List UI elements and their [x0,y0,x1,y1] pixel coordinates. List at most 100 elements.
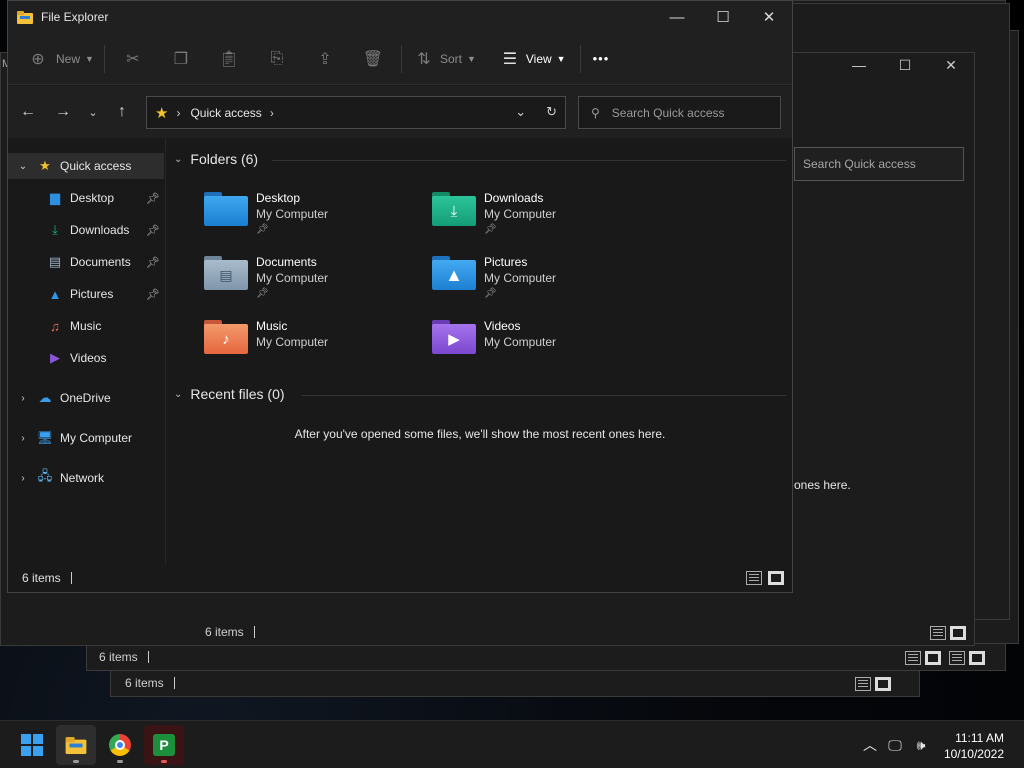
copy-button[interactable]: ❐ [169,44,193,74]
view-button[interactable]: ☰ View ▼ [498,44,566,74]
sidebar-item-music[interactable]: ♫ Music [8,313,164,339]
file-explorer-window: File Explorer — ☐ ✕ ⊕ New ▼ ✂ ❐ 📋︎ ⎘ ⇪ 🗑… [7,0,793,593]
chevron-down-icon: ▼ [466,53,476,64]
sidebar-item-documents[interactable]: ▤ Documents 📌︎ [8,249,164,275]
sidebar-item-network[interactable]: › 🖧︎ Network [8,465,164,491]
network-status-icon[interactable]: 🖵︎ [882,737,908,754]
forward-button[interactable]: → [47,103,79,121]
green-app-icon: P [153,734,175,756]
pin-icon: 📌︎ [146,256,160,269]
clock-time: 11:11 AM [955,731,1004,745]
taskbar-green-app[interactable]: P [144,725,184,765]
sidebar-item-quick-access[interactable]: ⌄ ★ Quick access [8,153,164,179]
new-button[interactable]: ⊕ New ▼ [26,44,94,74]
search-input[interactable] [611,105,762,120]
recent-locations-button[interactable]: ⌄ [77,106,109,119]
title-bar[interactable]: File Explorer — ☐ ✕ [8,1,792,33]
tiles-view-icon [925,651,941,665]
sidebar-item-videos[interactable]: ▶ Videos [8,345,164,371]
pin-icon: 📌︎ [484,288,497,299]
chevron-right-icon: › [176,105,181,120]
navigation-bar: ← → ⌄ ↑ ★ › Quick access › ⌄ ↻ ⚲ [8,86,792,138]
pin-icon: 📌︎ [146,288,160,301]
chrome-icon [109,734,131,756]
cut-button[interactable]: ✂ [121,44,145,74]
back-button[interactable]: ← [12,103,44,121]
pin-icon: 📌︎ [146,224,160,237]
window-controls: — ☐ ✕ [654,1,792,33]
folder-tile-music[interactable]: ♪ Music My Computer [204,318,424,374]
details-view-icon [930,626,946,640]
clock[interactable]: 11:11 AM 10/10/2022 [944,730,1004,762]
trash-icon: 🗑︎ [362,50,384,68]
desktop-folder-icon [204,192,248,228]
videos-folder-icon: ▶ [432,320,476,356]
sidebar-item-pictures[interactable]: ▲ Pictures 📌︎ [8,281,164,307]
volume-icon[interactable]: 🕪︎ [908,737,934,754]
content-pane: ⌄ Folders (6) Desktop My Computer 📌︎ ⤓ D… [168,138,792,564]
minimize-button[interactable]: — [654,1,700,33]
sidebar-item-downloads[interactable]: ⤓ Downloads 📌︎ [8,217,164,243]
pin-icon: 📌︎ [146,192,160,205]
downloads-folder-icon: ⤓ [432,192,476,228]
start-button[interactable] [12,725,52,765]
file-explorer-icon [17,10,33,24]
details-view-button[interactable] [746,571,762,585]
pin-icon: 📌︎ [256,224,269,235]
sort-button[interactable]: ⇅ Sort ▼ [412,44,476,74]
star-icon: ★ [39,158,51,173]
folder-tile-pictures[interactable]: ▲ Pictures My Computer 📌︎ [432,254,652,310]
more-options-button[interactable]: ••• [593,44,610,74]
rename-button[interactable]: ⎘ [265,44,289,74]
maximize-button[interactable]: ☐ [700,1,746,33]
pictures-icon: ▲ [48,286,62,302]
folder-tile-downloads[interactable]: ⤓ Downloads My Computer 📌︎ [432,190,652,246]
paste-button[interactable]: 📋︎ [217,44,241,74]
chevron-down-icon[interactable]: ⌄ [16,161,30,172]
documents-folder-icon: ▤ [204,256,248,292]
navigation-pane: ⌄ ★ Quick access ▆ Desktop 📌︎ ⤓ Download… [8,138,166,564]
music-folder-icon: ♪ [204,320,248,356]
details-view-icon [855,677,871,691]
clipboard-icon: 📋︎ [218,50,240,68]
ghost-status-count: 6 items [125,676,164,690]
share-button[interactable]: ⇪ [313,44,337,74]
refresh-button[interactable]: ↻ [546,104,557,120]
taskbar: P ︿ 🖵︎ 🕪︎ 11:11 AM 10/10/2022 [0,720,1024,768]
address-history-dropdown[interactable]: ⌄ [515,104,526,120]
tiles-view-button[interactable] [768,571,784,585]
chevron-down-icon: ⌄ [174,153,183,165]
folder-tile-documents[interactable]: ▤ Documents My Computer 📌︎ [204,254,424,310]
breadcrumb-quick-access[interactable]: Quick access [190,106,261,120]
show-hidden-icons-button[interactable]: ︿ [858,735,882,755]
ghost-status-count: 6 items [99,650,138,664]
copy-icon: ❐ [173,50,189,68]
item-count: 6 items [22,571,61,585]
download-icon: ⤓ [52,222,58,237]
close-button[interactable]: ✕ [746,1,792,33]
up-button[interactable]: ↑ [106,103,138,121]
view-list-icon: ☰ [502,50,518,68]
chevron-right-icon[interactable]: › [270,106,274,120]
chevron-right-icon[interactable]: › [16,433,30,444]
window-title: File Explorer [41,10,109,24]
taskbar-chrome[interactable] [100,725,140,765]
details-view-icon [905,651,921,665]
chevron-right-icon[interactable]: › [16,393,30,404]
search-box[interactable]: ⚲ [578,96,781,129]
sidebar-item-onedrive[interactable]: › ☁ OneDrive [8,385,164,411]
taskbar-file-explorer[interactable] [56,725,96,765]
folder-tile-desktop[interactable]: Desktop My Computer 📌︎ [204,190,424,246]
folder-tile-videos[interactable]: ▶ Videos My Computer [432,318,652,374]
ghost-search-box: Search Quick access [794,147,964,181]
chevron-right-icon[interactable]: › [16,473,30,484]
command-bar: ⊕ New ▼ ✂ ❐ 📋︎ ⎘ ⇪ 🗑︎ ⇅ Sort ▼ ☰ View ▼ … [8,33,792,85]
address-bar[interactable]: ★ › Quick access › ⌄ ↻ [146,96,566,129]
computer-icon: 🖥︎ [36,430,54,445]
sidebar-item-my-computer[interactable]: › 🖥︎ My Computer [8,425,164,451]
folders-section-header[interactable]: ⌄ Folders (6) [174,151,258,167]
sidebar-item-desktop[interactable]: ▆ Desktop 📌︎ [8,185,164,211]
recent-files-section-header[interactable]: ⌄ Recent files (0) [174,386,285,402]
delete-button[interactable]: 🗑︎ [361,44,385,74]
system-tray: ︿ 🖵︎ 🕪︎ [858,721,934,768]
